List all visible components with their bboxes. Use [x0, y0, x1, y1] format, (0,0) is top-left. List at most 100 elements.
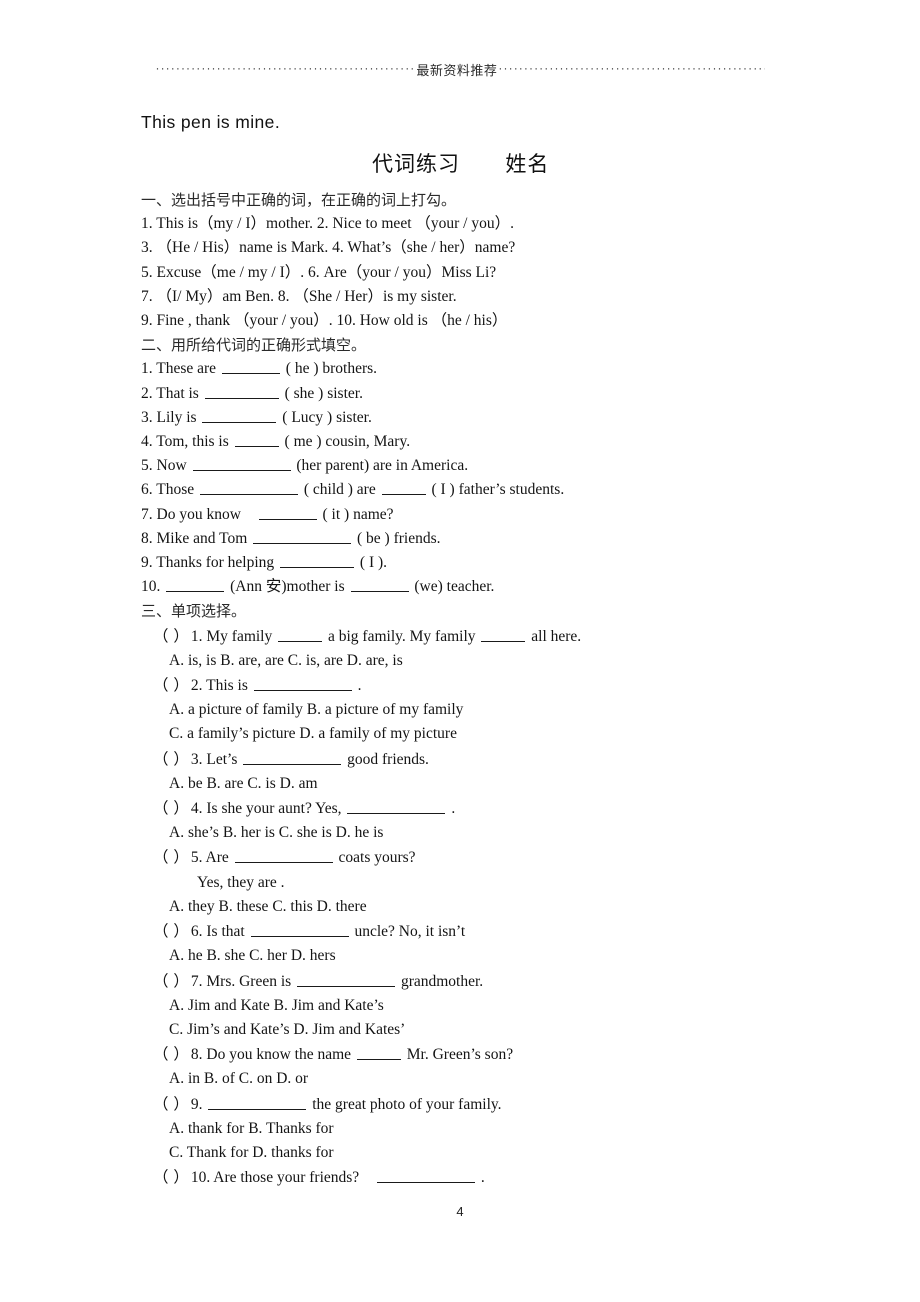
answer-blank[interactable]	[297, 971, 396, 987]
answer-blank[interactable]	[280, 552, 355, 569]
question-stem: 6. Is that	[190, 923, 245, 941]
answer-blank[interactable]	[250, 921, 349, 938]
question-extra-line: Yes, they are .	[197, 873, 285, 891]
choice-question: （ ） 7. Mrs. Green is grandmother.	[141, 969, 841, 994]
choice-options[interactable]: A. is, is B. are, are C. is, are D. are,…	[141, 649, 841, 673]
choice-question: （ ） 5. Are coats yours?	[141, 845, 841, 870]
page-title-text: 代词练习	[372, 152, 460, 176]
question-stem: 10. Are those your friends?	[190, 1169, 360, 1187]
answer-blank[interactable]	[481, 626, 526, 642]
fill-in-item: 4. Tom, this is ( me ) cousin, Mary.	[141, 430, 841, 454]
answer-paren[interactable]: （ ）	[153, 845, 189, 869]
answer-paren[interactable]: （ ）	[153, 969, 189, 993]
section-one-line: 1. This is（my / I）mother. 2. Nice to mee…	[141, 215, 514, 233]
section-one-line: 3. （He / His）name is Mark. 4. What’s（she…	[141, 239, 516, 257]
choice-options[interactable]: A. thank for B. Thanks for	[141, 1117, 841, 1141]
choice-options[interactable]: C. a family’s picture D. a family of my …	[141, 722, 841, 746]
section-one-line: 9. Fine , thank （your / you）. 10. How ol…	[141, 312, 508, 330]
answer-blank[interactable]	[202, 407, 277, 423]
section-one-line: 7. （I/ My）am Ben. 8. （She / Her）is my si…	[141, 287, 457, 305]
question-stem: good friends.	[347, 750, 429, 768]
fill-in-item: 5. Now (her parent) are in America.	[141, 454, 841, 478]
question-stem: 2. This is	[190, 677, 248, 695]
header-dots-left: ········································…	[155, 62, 416, 75]
item-text: 8. Mike and Tom	[141, 529, 248, 547]
section-three-heading: 三、单项选择。	[141, 602, 247, 621]
choice-options[interactable]: A. be B. are C. is D. am	[141, 772, 841, 796]
answer-blank[interactable]	[204, 383, 279, 399]
item-text: ( he ) brothers.	[285, 360, 378, 378]
item-text: 5. Now	[141, 457, 187, 475]
question-stem: 3. Let’s	[190, 750, 238, 768]
item-text: (Ann 安)mother is	[230, 578, 345, 596]
answer-paren[interactable]: （ ）	[153, 1042, 189, 1066]
answer-blank[interactable]	[350, 577, 409, 593]
fill-in-item: 3. Lily is ( Lucy ) sister.	[141, 406, 841, 430]
item-text: ( I ).	[359, 554, 388, 572]
question-stem: 5. Are	[190, 849, 229, 867]
question-stem: 1. My family	[190, 627, 273, 645]
choice-options[interactable]: C. Thank for D. thanks for	[141, 1141, 841, 1165]
choice-options[interactable]: A. in B. of C. on D. or	[141, 1067, 841, 1091]
answer-paren[interactable]: （ ）	[153, 673, 189, 697]
answer-blank[interactable]	[258, 504, 317, 520]
item-text: ( she ) sister.	[284, 384, 363, 402]
choice-options[interactable]: A. she’s B. her is C. she is D. he is	[141, 821, 841, 845]
answer-blank[interactable]	[234, 431, 279, 448]
question-stem: 9.	[190, 1095, 203, 1113]
answer-paren[interactable]: （ ）	[153, 624, 189, 648]
answer-blank[interactable]	[199, 480, 298, 496]
answer-blank[interactable]	[278, 626, 323, 642]
item-text: ( I ) father’s students.	[431, 481, 565, 499]
headline-text: This pen is mine.	[141, 112, 281, 132]
question-stem: Mr. Green’s son?	[406, 1046, 514, 1064]
fill-in-item: 6. Those ( child ) are ( I ) father’s st…	[141, 478, 841, 502]
answer-blank[interactable]	[166, 577, 225, 593]
question-stem: 4. Is she your aunt? Yes,	[190, 800, 342, 818]
question-stem: uncle? No, it isn’t	[354, 923, 466, 941]
header-title: 最新资料推荐	[416, 63, 498, 79]
answer-blank[interactable]	[192, 456, 291, 472]
choice-options[interactable]: C. Jim’s and Kate’s D. Jim and Kates’	[141, 1018, 841, 1042]
answer-blank[interactable]	[221, 359, 280, 375]
answer-blank[interactable]	[243, 749, 342, 765]
question-stem: a big family. My family	[328, 627, 476, 645]
fill-in-item: 7. Do you know ( it ) name?	[141, 503, 841, 527]
item-text: (we) teacher.	[414, 578, 495, 596]
question-stem: all here.	[531, 627, 582, 645]
choice-options[interactable]: A. he B. she C. her D. hers	[141, 944, 841, 968]
answer-blank[interactable]	[376, 1167, 475, 1184]
question-stem: 8. Do you know the name	[190, 1046, 352, 1064]
choice-options[interactable]: A. a picture of family B. a picture of m…	[141, 698, 841, 722]
answer-paren[interactable]: （ ）	[153, 796, 189, 820]
answer-paren[interactable]: （ ）	[153, 747, 189, 771]
item-text: ( Lucy ) sister.	[282, 408, 372, 426]
answer-blank[interactable]	[208, 1094, 307, 1110]
item-text: 4. Tom, this is	[141, 433, 229, 451]
running-header: ········································…	[155, 58, 765, 80]
question-stem: .	[451, 800, 456, 818]
answer-blank[interactable]	[347, 798, 446, 815]
fill-in-item: 8. Mike and Tom ( be ) friends.	[141, 527, 841, 551]
question-stem: grandmother.	[400, 972, 484, 990]
answer-blank[interactable]	[381, 480, 426, 496]
answer-blank[interactable]	[253, 675, 352, 692]
document-page: ········································…	[0, 0, 920, 1302]
choice-question: （ ） 6. Is that uncle? No, it isn’t	[141, 919, 841, 944]
item-text: 9. Thanks for helping	[141, 554, 275, 572]
answer-blank[interactable]	[356, 1044, 401, 1061]
answer-blank[interactable]	[234, 848, 333, 864]
fill-in-item: 2. That is ( she ) sister.	[141, 382, 841, 406]
item-text: ( be ) friends.	[357, 529, 441, 547]
item-text: 10.	[141, 578, 161, 596]
page-title: 代词练习 姓名	[372, 148, 549, 178]
answer-paren[interactable]: （ ）	[153, 919, 189, 943]
choice-options[interactable]: A. they B. these C. this D. there	[141, 895, 841, 919]
answer-blank[interactable]	[253, 528, 352, 544]
fill-in-item: 10. (Ann 安)mother is (we) teacher.	[141, 575, 841, 599]
item-text: (her parent) are in America.	[296, 457, 469, 475]
choice-question: （ ） 1. My family a big family. My family…	[141, 624, 841, 649]
answer-paren[interactable]: （ ）	[153, 1165, 189, 1189]
answer-paren[interactable]: （ ）	[153, 1092, 189, 1116]
choice-options[interactable]: A. Jim and Kate B. Jim and Kate’s	[141, 994, 841, 1018]
